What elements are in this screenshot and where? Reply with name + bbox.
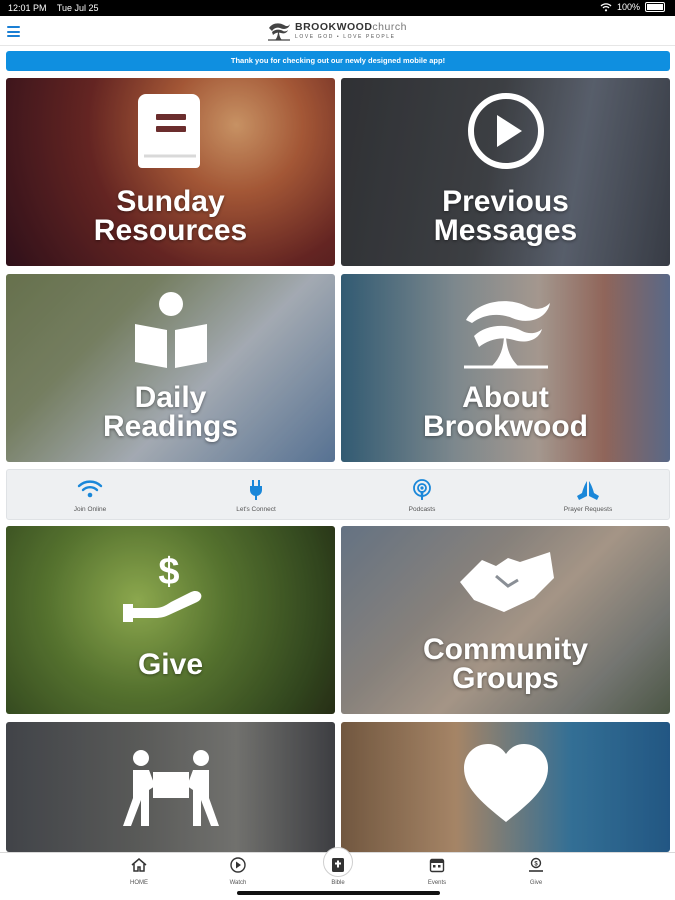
tile-give[interactable]: $ Give <box>6 526 335 714</box>
wifi-icon <box>77 480 103 498</box>
tab-give[interactable]: $ Give <box>506 853 566 893</box>
app-header: BROOKWOODchurch LOVE GOD • LOVE PEOPLE <box>0 16 675 46</box>
tile-about-line1: About <box>462 381 549 414</box>
tab-label: Watch <box>229 880 247 886</box>
status-time: 12:01 PM <box>8 3 47 13</box>
book-icon <box>137 94 200 168</box>
tab-events[interactable]: Events <box>407 853 467 893</box>
tile-sunday-resources[interactable]: Sunday Resources <box>6 78 335 266</box>
tile-sunday-line1: Sunday <box>116 185 225 218</box>
quick-link-label: Podcasts <box>408 506 436 513</box>
quick-link-label: Prayer Requests <box>563 506 613 513</box>
quick-links-bar: Join Online Let's Connect Podcasts Praye… <box>6 469 670 520</box>
tile-daily-line1: Daily <box>134 381 207 414</box>
status-date: Tue Jul 25 <box>56 3 99 13</box>
tile-previous-line2: Messages <box>433 214 578 247</box>
tile-community-line2: Groups <box>452 662 559 695</box>
logo-sub-text: church <box>372 21 407 34</box>
heart-icon <box>463 744 548 822</box>
carry-box-icon <box>122 750 219 826</box>
quick-link-lets-connect[interactable]: Let's Connect <box>173 470 339 521</box>
tab-bible[interactable]: Bible <box>308 847 368 893</box>
quick-link-join-online[interactable]: Join Online <box>7 470 173 521</box>
tab-watch[interactable]: Watch <box>208 853 268 893</box>
quick-link-label: Join Online <box>73 506 107 513</box>
tile-daily-line2: Readings <box>102 410 239 443</box>
play-icon <box>230 857 246 873</box>
tile-previous-line1: Previous <box>442 185 569 218</box>
praying-hands-icon <box>577 481 599 500</box>
plug-icon <box>250 480 262 500</box>
menu-icon[interactable] <box>7 26 20 37</box>
quick-link-podcasts[interactable]: Podcasts <box>339 470 505 521</box>
give-icon: $ <box>529 857 543 872</box>
hand-dollar-icon: $ <box>122 551 201 622</box>
logo-main-text: BROOKWOOD <box>295 21 373 34</box>
play-circle-icon <box>467 93 544 169</box>
welcome-banner[interactable]: Thank you for checking out our newly des… <box>6 51 670 71</box>
bible-icon <box>332 858 344 872</box>
quick-link-prayer-requests[interactable]: Prayer Requests <box>505 470 671 521</box>
calendar-icon <box>429 858 445 873</box>
home-icon <box>131 858 147 872</box>
logo-tree-icon <box>268 23 290 41</box>
tile-care[interactable] <box>341 722 670 852</box>
tile-about-brookwood[interactable]: About Brookwood <box>341 274 670 462</box>
wifi-status-icon <box>600 2 612 11</box>
tab-label: Events <box>427 880 447 886</box>
tile-about-line2: Brookwood <box>423 410 588 443</box>
status-bar: 12:01 PM Tue Jul 25 100% <box>0 0 675 16</box>
tile-daily-readings[interactable]: Daily Readings <box>6 274 335 462</box>
tile-community-groups[interactable]: Community Groups <box>341 526 670 714</box>
brookwood-logo[interactable]: BROOKWOODchurch LOVE GOD • LOVE PEOPLE <box>266 20 407 42</box>
tile-previous-messages[interactable]: Previous Messages <box>341 78 670 266</box>
tile-sunday-line2: Resources <box>93 214 248 247</box>
battery-percent: 100% <box>616 2 640 12</box>
tile-give-line1: Give <box>137 648 204 681</box>
tab-label: HOME <box>130 880 148 886</box>
tile-serve[interactable] <box>6 722 335 852</box>
tile-community-line1: Community <box>423 633 588 666</box>
tab-label: Bible <box>331 880 345 886</box>
logo-tagline: LOVE GOD • LOVE PEOPLE <box>295 33 396 40</box>
handshake-icon <box>459 552 554 612</box>
svg-text:$: $ <box>158 551 179 593</box>
podcast-icon <box>413 479 431 500</box>
tab-label: Give <box>529 880 543 886</box>
quick-link-label: Let's Connect <box>236 506 276 513</box>
tab-home[interactable]: HOME <box>109 853 169 893</box>
reader-icon <box>134 292 207 368</box>
battery-icon <box>645 2 665 12</box>
home-indicator <box>237 891 440 895</box>
brookwood-tree-icon <box>463 301 550 369</box>
